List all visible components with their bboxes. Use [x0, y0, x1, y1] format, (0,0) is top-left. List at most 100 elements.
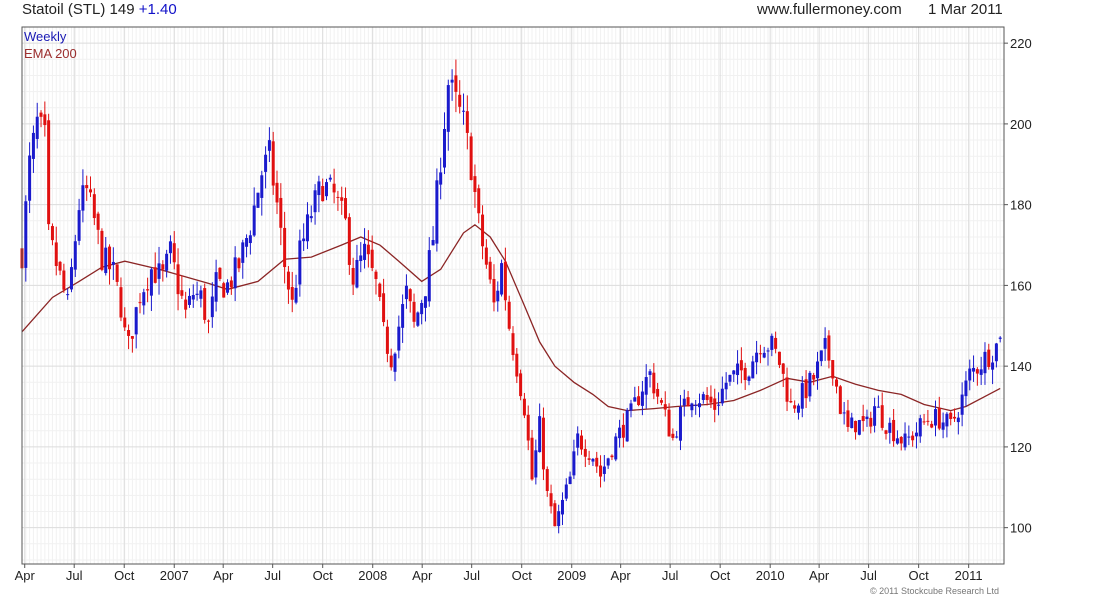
candle-body: [652, 372, 656, 394]
x-tick-label: 2008: [358, 568, 387, 583]
candle-body: [907, 436, 911, 438]
candle-body: [89, 189, 93, 193]
candle-body: [43, 114, 47, 126]
candle-body: [450, 79, 454, 83]
y-tick-label: 120: [1010, 440, 1032, 455]
candle-body: [207, 320, 211, 322]
x-tick-label: Oct: [512, 568, 533, 583]
candle-body: [336, 196, 340, 198]
candle-body: [477, 188, 481, 214]
candle-body: [245, 238, 249, 247]
candle-body: [157, 263, 161, 279]
candle-body: [431, 239, 435, 246]
candle-body: [62, 270, 66, 290]
candle-body: [648, 371, 652, 375]
candle-body: [796, 405, 800, 413]
candle-body: [363, 243, 367, 260]
candle-body: [465, 111, 469, 133]
candle-body: [305, 214, 309, 242]
candle-body: [572, 451, 576, 476]
candle-body: [420, 302, 424, 315]
y-tick-label: 220: [1010, 36, 1032, 51]
x-tick-label: Oct: [114, 568, 135, 583]
candle-body: [54, 242, 58, 267]
candle-body: [755, 352, 759, 363]
candle-body: [275, 182, 279, 203]
x-tick-label: Jul: [860, 568, 877, 583]
candle: [469, 132, 473, 181]
candle-body: [705, 394, 709, 401]
candle-body: [736, 363, 740, 376]
candle-body: [850, 417, 854, 429]
candle-body: [473, 176, 477, 193]
candle-body: [302, 238, 306, 242]
candle-body: [100, 230, 104, 270]
candle: [500, 259, 504, 297]
candle-body: [804, 379, 808, 399]
candle-body: [435, 180, 439, 244]
candle-body: [922, 421, 926, 423]
candle-body: [758, 353, 762, 355]
candle-body: [926, 420, 930, 422]
candle-body: [458, 94, 462, 107]
x-tick-label: Oct: [313, 568, 334, 583]
candle-body: [994, 343, 998, 362]
candle-body: [355, 259, 359, 288]
candle-body: [777, 351, 781, 365]
candle-body: [846, 410, 850, 427]
candle-body: [73, 241, 77, 270]
candle-body: [549, 493, 553, 507]
candle-body: [172, 243, 176, 263]
candle-body: [625, 410, 629, 442]
y-axis-ticks: 100 120 140 160 180 200 220: [1004, 36, 1032, 536]
candle-body: [713, 398, 717, 410]
candle-body: [972, 367, 976, 372]
candle-body: [873, 406, 877, 426]
candle-body: [408, 289, 412, 302]
candle-body: [351, 267, 355, 285]
candle-body: [614, 436, 618, 460]
candle-body: [77, 210, 81, 241]
candle-body: [488, 261, 492, 280]
candle-body: [66, 294, 70, 296]
candle-body: [644, 377, 648, 395]
x-tick-label: Jul: [66, 568, 83, 583]
candle-body: [69, 267, 73, 290]
candle-body: [659, 400, 663, 403]
candle-body: [328, 177, 332, 180]
candle-body: [462, 110, 466, 112]
candle-body: [564, 484, 568, 499]
candle-body: [701, 394, 705, 400]
candle-body: [290, 287, 294, 300]
candle-body: [770, 335, 774, 350]
candle-body: [541, 417, 545, 470]
y-tick-label: 160: [1010, 278, 1032, 293]
price-change: +1.40: [138, 1, 177, 18]
candle-body: [203, 288, 207, 320]
candle: [614, 433, 618, 462]
candle-body: [698, 403, 702, 408]
candle-body: [359, 255, 363, 262]
candle-body: [686, 397, 690, 407]
source-website[interactable]: www.fullermoney.com: [757, 1, 902, 18]
candle-body: [941, 422, 945, 430]
x-tick-label: Apr: [809, 568, 830, 583]
candle-body: [854, 420, 858, 433]
candle-body: [861, 416, 865, 422]
candle-body: [279, 197, 283, 228]
candle-body: [960, 394, 964, 415]
candle: [203, 283, 207, 324]
candle-body: [96, 213, 100, 230]
candle-body: [610, 455, 614, 458]
candle-body: [218, 267, 222, 279]
candle-body: [130, 336, 134, 339]
candle-body: [347, 217, 351, 265]
x-tick-label: Apr: [412, 568, 433, 583]
candle-body: [557, 511, 561, 527]
candle-body: [599, 465, 603, 477]
candle-body: [640, 391, 644, 406]
candle-body: [283, 227, 287, 268]
candle-body: [911, 435, 915, 441]
x-tick-label: 2007: [160, 568, 189, 583]
candle-body: [149, 269, 153, 296]
